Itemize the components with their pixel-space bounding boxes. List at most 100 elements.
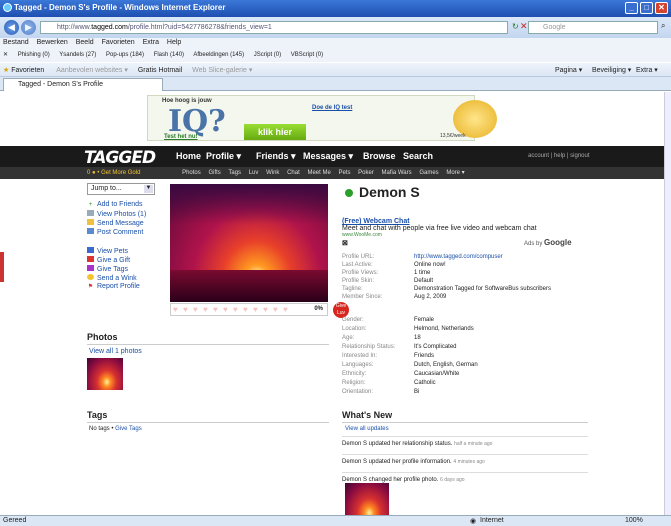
nav-home[interactable]: Home xyxy=(176,151,201,161)
update-photo-thumbnail[interactable] xyxy=(345,483,389,515)
heart-icon[interactable]: ♥ xyxy=(183,306,191,314)
subnav-mafiawars[interactable]: Mafia Wars xyxy=(382,170,412,176)
photos-heading: Photos xyxy=(87,332,329,345)
send-wink-link[interactable]: Send a Wink xyxy=(87,274,137,282)
address-input[interactable]: http://www.tagged.com/profile.html?uid=5… xyxy=(40,21,508,34)
subnav-gifts[interactable]: Gifts xyxy=(208,170,220,176)
cmd-page[interactable]: Pagina ▾ xyxy=(555,66,582,74)
heart-icon[interactable]: ♥ xyxy=(263,306,271,314)
heart-icon[interactable]: ♥ xyxy=(273,306,281,314)
filter-phishing[interactable]: Phishing (0) xyxy=(18,52,50,58)
nav-browse[interactable]: Browse xyxy=(363,151,396,161)
photo-thumbnail[interactable] xyxy=(87,358,123,390)
subnav-pets[interactable]: Pets xyxy=(338,170,350,176)
heart-icon[interactable]: ♥ xyxy=(193,306,201,314)
favorites-button[interactable]: Favorieten xyxy=(11,67,44,74)
filter-ysandels[interactable]: Ysandels (27) xyxy=(59,52,96,58)
subnav-more[interactable]: More ▾ xyxy=(446,170,464,176)
subnav-photos[interactable]: Photos xyxy=(182,170,201,176)
post-comment-link[interactable]: Post Comment xyxy=(87,228,143,236)
profile-photo[interactable] xyxy=(170,184,328,302)
view-all-photos-link[interactable]: View all 1 photos xyxy=(89,348,142,355)
ad-iq-test-link[interactable]: Doe de IQ test xyxy=(312,105,352,111)
filter-jscript[interactable]: JScript (0) xyxy=(254,52,281,58)
give-tags-link[interactable]: Give Tags xyxy=(87,265,128,273)
view-photos-link[interactable]: View Photos (1) xyxy=(87,210,146,218)
give-gift-link[interactable]: Give a Gift xyxy=(87,256,130,264)
webcam-ad[interactable]: (Free) Webcam Chat Meet and chat with pe… xyxy=(342,218,587,238)
close-button[interactable]: ✕ xyxy=(655,2,668,14)
heart-icon[interactable]: ♥ xyxy=(203,306,211,314)
menu-favorites[interactable]: Favorieten xyxy=(102,39,135,46)
filter-images[interactable]: Afbeeldingen (145) xyxy=(193,52,244,58)
fav-hotmail[interactable]: Gratis Hotmail xyxy=(138,67,182,74)
account-links[interactable]: account | help | signout xyxy=(528,153,590,159)
fav-webslice[interactable]: Web Slice-galerie ▾ xyxy=(192,67,252,74)
heart-icon[interactable]: ♥ xyxy=(223,306,231,314)
minimize-button[interactable]: _ xyxy=(625,2,638,14)
view-pets-link[interactable]: View Pets xyxy=(87,247,128,255)
heart-icon[interactable]: ♥ xyxy=(213,306,221,314)
heart-icon[interactable]: ♥ xyxy=(243,306,251,314)
fav-suggested[interactable]: Aanbevolen websites ▾ xyxy=(56,67,128,74)
menu-help[interactable]: Help xyxy=(167,39,181,46)
give-tags-link[interactable]: Give Tags xyxy=(115,426,142,432)
tagged-logo[interactable]: TAGGED xyxy=(84,148,156,168)
ad-choices-icon[interactable]: ⊠ xyxy=(342,239,348,247)
get-gold-link[interactable]: 0 ● • Get More Gold xyxy=(87,170,140,176)
comment-icon xyxy=(87,228,94,234)
stop-icon[interactable]: ✕ xyxy=(520,21,528,32)
ads-by-google[interactable]: Ads by Google xyxy=(524,238,572,247)
field-value: Demonstration Tagged for SoftwareBus sub… xyxy=(414,286,551,292)
menu-edit[interactable]: Bewerken xyxy=(37,39,68,46)
add-to-friends-link[interactable]: + Add to Friends xyxy=(87,201,143,208)
ad-cta-link[interactable]: Test het nu! xyxy=(164,134,198,140)
update-time: half a minute ago xyxy=(454,441,493,447)
heart-icon[interactable]: ♥ xyxy=(173,306,181,314)
back-button[interactable]: ◀ xyxy=(4,20,19,35)
webcam-ad-title[interactable]: (Free) Webcam Chat xyxy=(342,218,587,225)
filter-toolbar: ✕ Phishing (0) Ysandels (27) Pop-ups (18… xyxy=(0,49,671,62)
menu-tools[interactable]: Extra xyxy=(143,39,159,46)
page-scrollbar[interactable] xyxy=(664,92,671,515)
menu-file[interactable]: Bestand xyxy=(3,39,29,46)
security-zone[interactable]: Internet xyxy=(480,517,504,524)
menu-view[interactable]: Beeld xyxy=(76,39,94,46)
view-all-updates-link[interactable]: View all updates xyxy=(345,426,389,432)
nav-search[interactable]: Search xyxy=(403,151,433,161)
nav-messages[interactable]: Messages ▾ xyxy=(303,151,353,162)
filter-flash[interactable]: Flash (140) xyxy=(154,52,184,58)
subnav-wink[interactable]: Wink xyxy=(266,170,279,176)
zoom-level[interactable]: 100% xyxy=(625,517,643,524)
subnav-games[interactable]: Games xyxy=(419,170,438,176)
heart-icon[interactable]: ♥ xyxy=(253,306,261,314)
search-input[interactable]: Google xyxy=(528,21,658,34)
heart-icon[interactable]: ♥ xyxy=(233,306,241,314)
profile-url-link[interactable]: http://www.tagged.com/compuser xyxy=(414,254,503,260)
subnav-chat[interactable]: Chat xyxy=(287,170,300,176)
nav-friends[interactable]: Friends ▾ xyxy=(256,151,296,162)
url-domain: tagged.com xyxy=(91,24,128,31)
iq-advertisement[interactable]: Hoe hoog is jouw IQ? Test het nu! Doe de… xyxy=(147,95,497,141)
cmd-tools[interactable]: Extra ▾ xyxy=(636,66,658,74)
jump-to-select[interactable]: Jump to... ▼ xyxy=(87,183,155,195)
close-toolbar-icon[interactable]: ✕ xyxy=(3,52,8,58)
give-luv-button[interactable]: Give Luv xyxy=(333,302,349,318)
subnav-tags[interactable]: Tags xyxy=(228,170,241,176)
subnav-meetme[interactable]: Meet Me xyxy=(307,170,330,176)
ad-klik-button[interactable]: klik hier xyxy=(244,124,306,140)
subnav-poker[interactable]: Poker xyxy=(358,170,374,176)
cmd-security[interactable]: Beveiliging ▾ xyxy=(592,66,631,74)
subnav-luv[interactable]: Luv xyxy=(249,170,259,176)
report-profile-link[interactable]: ⚑ Report Profile xyxy=(87,283,140,290)
filter-vbscript[interactable]: VBScript (0) xyxy=(291,52,323,58)
tab-current[interactable]: Tagged - Demon S's Profile xyxy=(3,78,163,91)
heart-icon[interactable]: ♥ xyxy=(283,306,291,314)
search-icon[interactable]: ⌕ xyxy=(661,21,665,31)
maximize-button[interactable]: □ xyxy=(640,2,653,14)
send-message-link[interactable]: Send Message xyxy=(87,219,144,227)
forward-button[interactable]: ▶ xyxy=(21,20,36,35)
refresh-icon[interactable]: ↻ xyxy=(512,22,519,31)
nav-profile[interactable]: Profile ▾ xyxy=(206,151,241,162)
filter-popups[interactable]: Pop-ups (184) xyxy=(106,52,144,58)
